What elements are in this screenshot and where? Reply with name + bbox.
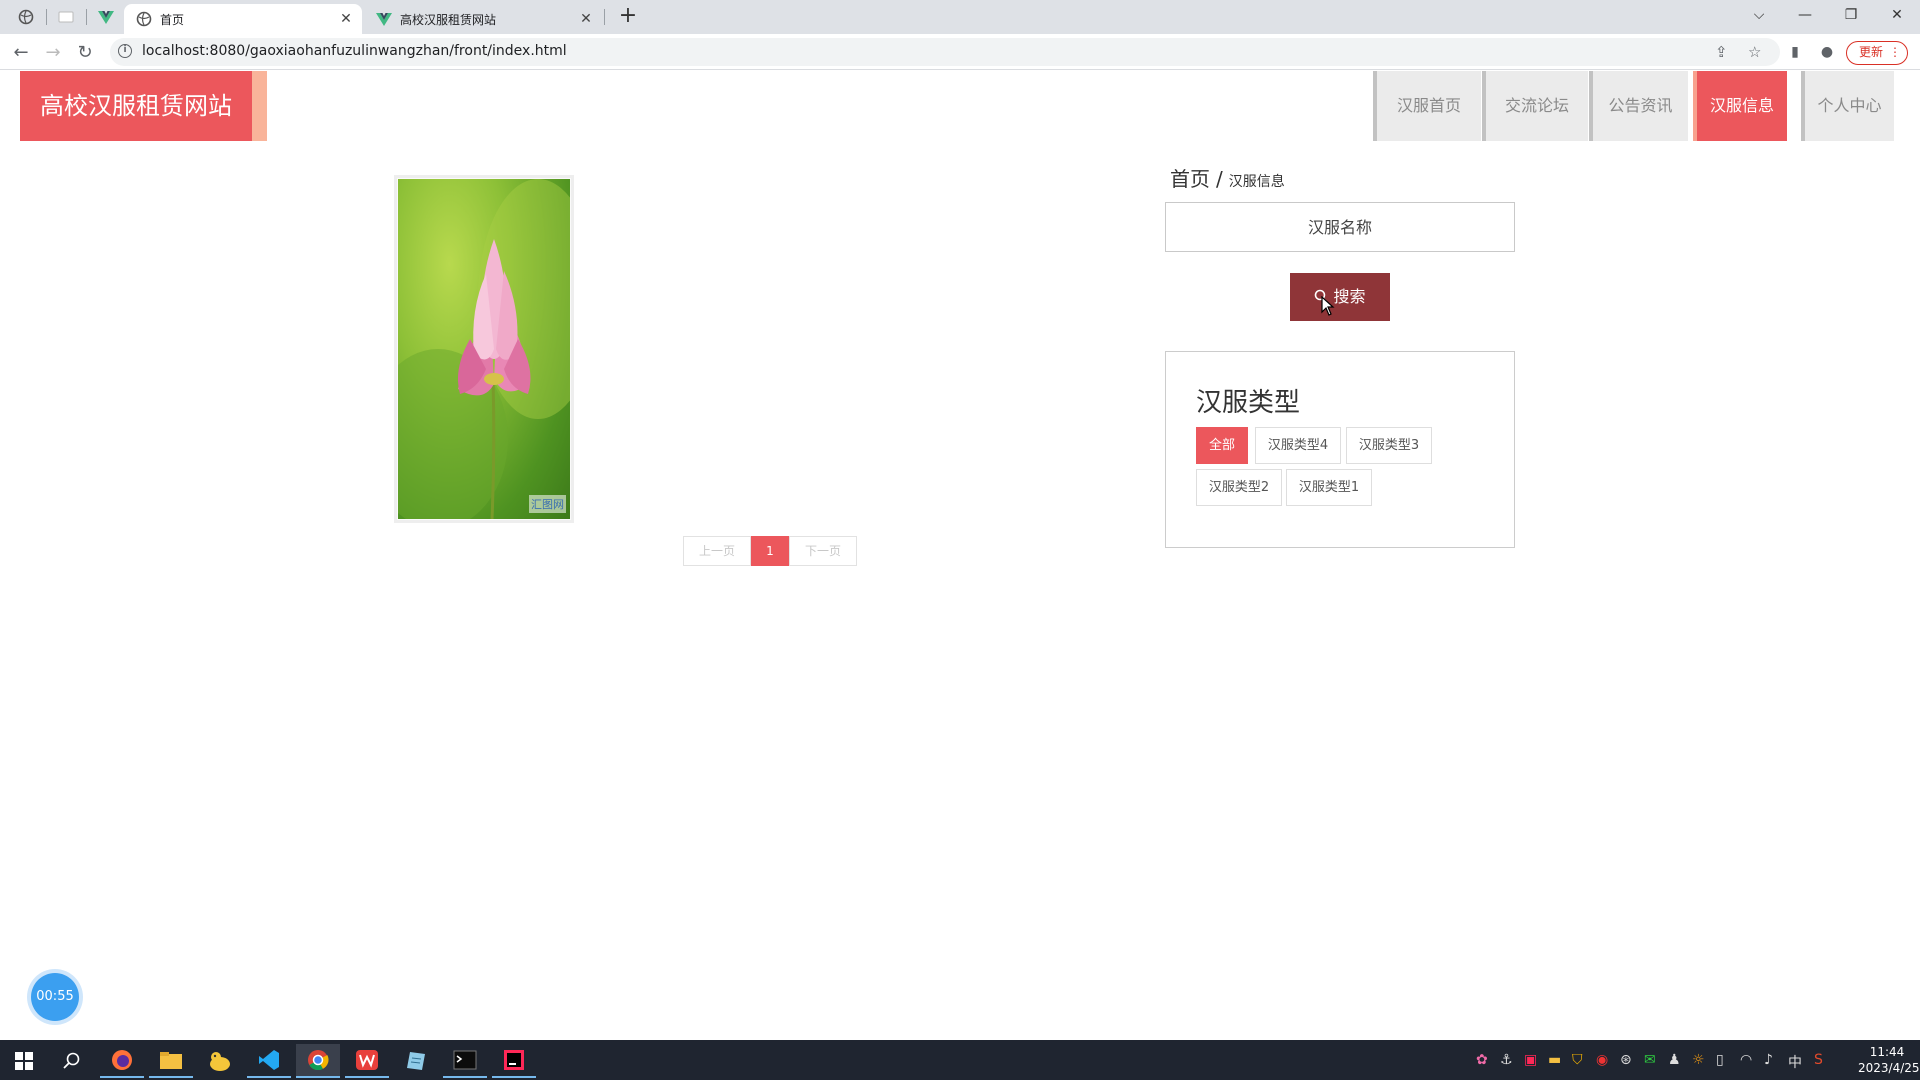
tray-red-app-icon[interactable]: ◉ [1596, 1052, 1608, 1068]
search-icon[interactable] [50, 1044, 94, 1078]
type-chip-4[interactable]: 汉服类型4 [1255, 427, 1341, 464]
nav-hanfu-info[interactable]: 汉服信息 [1693, 71, 1787, 141]
breadcrumb-home[interactable]: 首页 [1170, 167, 1210, 191]
search-button[interactable]: 搜索 [1290, 273, 1390, 321]
nav-forum[interactable]: 交流论坛 [1482, 71, 1588, 141]
nav-announcements[interactable]: 公告资讯 [1589, 71, 1688, 141]
site-info-icon[interactable]: i [118, 44, 132, 58]
breadcrumb: 首页 / 汉服信息 [1170, 163, 1285, 192]
address-bar[interactable]: i localhost:8080/gaoxiaohanfuzulinwangzh… [110, 38, 1780, 66]
tray-folder-icon[interactable]: ▬ [1548, 1052, 1561, 1068]
pinned-tab-blank[interactable] [52, 6, 80, 28]
pagination: 上一页 1 下一页 [683, 536, 857, 566]
pinned-tab-globe[interactable] [12, 6, 40, 28]
hanfu-name-search-input[interactable] [1165, 202, 1515, 252]
prev-page-button[interactable]: 上一页 [683, 536, 751, 566]
tray-sogou-icon[interactable]: S [1814, 1052, 1823, 1068]
tray-flower-icon[interactable]: ✿ [1476, 1052, 1488, 1068]
more-vert-icon: ⋮ [1889, 45, 1901, 59]
share-icon[interactable]: ⇪ [1715, 43, 1728, 61]
site-logo[interactable]: 高校汉服租赁网站 [20, 71, 252, 141]
tab-search-chevron-icon[interactable]: ⌵ [1736, 0, 1782, 30]
tab-site[interactable]: 高校汉服租赁网站 ✕ [364, 4, 602, 34]
minimize-icon[interactable]: — [1782, 0, 1828, 30]
nav-hanfu-home[interactable]: 汉服首页 [1373, 71, 1481, 141]
new-tab-button[interactable]: + [616, 5, 640, 28]
chrome-icon[interactable] [296, 1044, 340, 1078]
tray-sun-icon[interactable]: ☼ [1692, 1052, 1705, 1068]
update-button[interactable]: 更新 ⋮ [1846, 41, 1908, 65]
tray-nvidia-icon[interactable]: ⊛ [1620, 1052, 1632, 1068]
tray-antivirus-icon[interactable]: ⚓ [1500, 1052, 1513, 1068]
hanfu-type-panel: 汉服类型 全部 汉服类型4 汉服类型3 汉服类型2 汉服类型1 [1165, 351, 1515, 548]
pinned-tab-vue[interactable] [92, 6, 120, 28]
wifi-icon[interactable]: ◠ [1740, 1052, 1752, 1068]
tray-wechat-icon[interactable]: ✉ [1644, 1052, 1656, 1068]
tab-title: 首页 [160, 12, 185, 27]
bookmark-star-icon[interactable]: ☆ [1748, 43, 1761, 61]
tab-title: 高校汉服租赁网站 [400, 12, 497, 27]
browser-tab-strip: 首页 ✕ 高校汉服租赁网站 ✕ + ⌵ — ❐ ✕ [0, 0, 1920, 34]
vue-icon [376, 11, 392, 27]
type-panel-title: 汉服类型 [1196, 388, 1301, 418]
windows-taskbar: ✿ ⚓ ▣ ▬ ⛉ ◉ ⊛ ✉ ♟ ☼ ▯ ◠ ♪ 中 S 11:44 2023… [0, 1040, 1920, 1080]
nav-user-center[interactable]: 个人中心 [1801, 71, 1894, 141]
notepad-icon[interactable] [394, 1044, 438, 1078]
breadcrumb-current: 汉服信息 [1228, 174, 1285, 190]
firefox-icon[interactable] [100, 1044, 144, 1078]
close-window-icon[interactable]: ✕ [1874, 0, 1920, 30]
clock-time: 11:44 [1869, 1045, 1905, 1059]
browser-toolbar: ← → ↻ i localhost:8080/gaoxiaohanfuzulin… [0, 34, 1920, 70]
reload-icon[interactable]: ↻ [72, 40, 98, 66]
restore-icon[interactable]: ❐ [1828, 0, 1874, 30]
mouse-cursor-icon [1321, 296, 1335, 316]
tab-home[interactable]: 首页 ✕ [124, 4, 362, 34]
volume-icon[interactable]: ♪ [1764, 1052, 1773, 1068]
close-tab-icon[interactable]: ✕ [576, 11, 596, 27]
url-text[interactable]: localhost:8080/gaoxiaohanfuzulinwangzhan… [142, 43, 567, 59]
windows-start-icon[interactable] [2, 1044, 46, 1078]
next-page-button[interactable]: 下一页 [789, 536, 857, 566]
tray-idea-icon[interactable]: ▣ [1524, 1052, 1537, 1068]
globe-icon [136, 11, 152, 27]
forward-arrow-icon[interactable]: → [40, 40, 66, 66]
profile-icon[interactable]: ● [1814, 40, 1840, 64]
type-chip-1[interactable]: 汉服类型1 [1286, 469, 1372, 506]
search-button-label: 搜索 [1333, 287, 1366, 306]
tray-shield-icon[interactable]: ⛉ [1572, 1052, 1583, 1068]
back-arrow-icon[interactable]: ← [8, 40, 34, 66]
intellij-idea-icon[interactable] [492, 1044, 536, 1078]
image-watermark: 汇图网 [529, 495, 566, 513]
update-label: 更新 [1859, 45, 1884, 59]
side-panel-icon[interactable]: ▮ [1782, 40, 1808, 64]
wps-office-icon[interactable] [345, 1044, 389, 1078]
product-image-lotus[interactable]: 汇图网 [398, 179, 570, 519]
page-1-button[interactable]: 1 [751, 536, 789, 566]
duck-app-icon[interactable] [198, 1044, 242, 1078]
tray-qq-icon[interactable]: ♟ [1668, 1052, 1681, 1068]
close-tab-icon[interactable]: ✕ [336, 11, 356, 27]
clock-date: 2023/4/25 [1858, 1061, 1920, 1075]
system-clock[interactable]: 11:44 2023/4/25 [1858, 1044, 1920, 1076]
page-icon [58, 11, 74, 23]
breadcrumb-separator: / [1216, 167, 1223, 191]
vscode-icon[interactable] [247, 1044, 291, 1078]
recording-timer-badge[interactable]: 00:55 [31, 973, 79, 1021]
type-chip-3[interactable]: 汉服类型3 [1346, 427, 1432, 464]
ime-indicator[interactable]: 中 [1788, 1052, 1802, 1072]
logo-accent-bar [252, 71, 267, 141]
vue-icon [98, 11, 114, 24]
file-explorer-icon[interactable] [149, 1044, 193, 1078]
product-card[interactable]: 汇图网 [394, 175, 574, 523]
tray-usb-icon[interactable]: ▯ [1716, 1052, 1724, 1068]
terminal-icon[interactable] [443, 1044, 487, 1078]
type-chip-2[interactable]: 汉服类型2 [1196, 469, 1282, 506]
globe-icon [18, 9, 34, 25]
type-chip-all[interactable]: 全部 [1196, 427, 1248, 464]
